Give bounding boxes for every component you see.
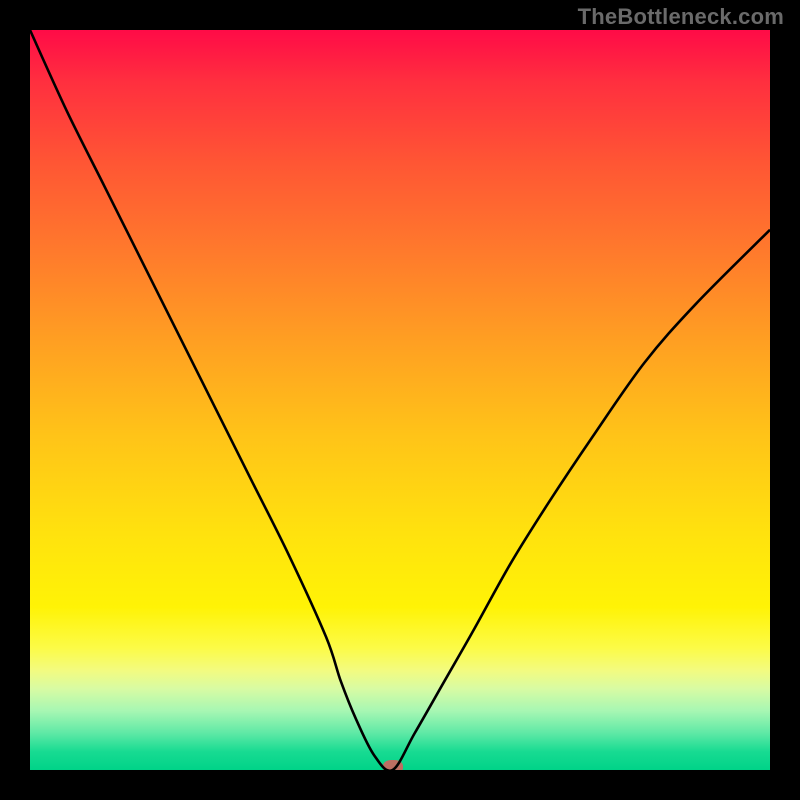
curve-path <box>30 30 770 770</box>
chart-frame: TheBottleneck.com <box>0 0 800 800</box>
watermark-text: TheBottleneck.com <box>578 4 784 30</box>
bottleneck-curve <box>30 30 770 770</box>
plot-area <box>30 30 770 770</box>
